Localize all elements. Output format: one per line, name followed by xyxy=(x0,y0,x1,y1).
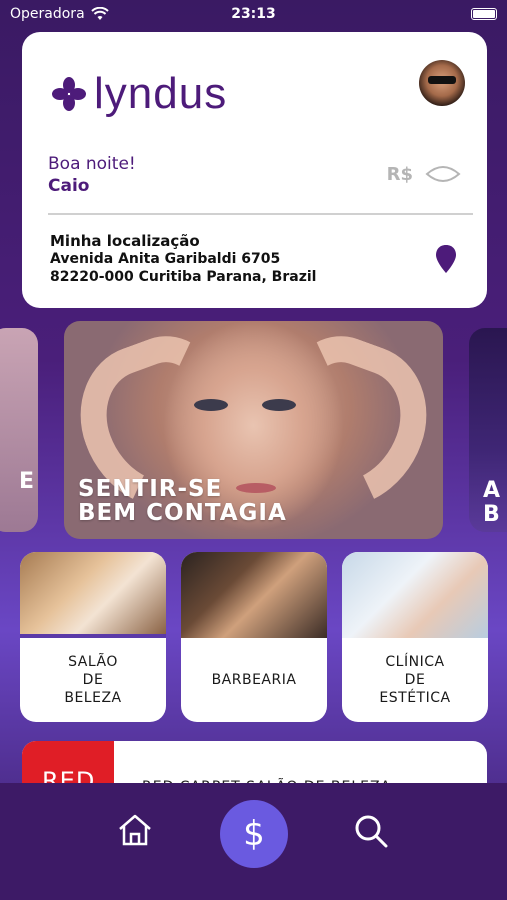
banner-headline-line-1: SENTIR-SE xyxy=(78,476,223,502)
category-salao-de-beleza[interactable]: SALÃO DE BELEZA xyxy=(20,552,166,722)
banner-next-text-1: A xyxy=(483,478,501,503)
category-photo xyxy=(342,552,488,638)
greeting-text: Boa noite! xyxy=(48,154,136,174)
address-line-2: 82220-000 Curitiba Parana, Brazil xyxy=(50,269,317,285)
status-bar: Operadora 23:13 xyxy=(0,0,507,28)
category-photo xyxy=(20,552,166,638)
status-left: Operadora xyxy=(10,6,109,22)
home-icon[interactable] xyxy=(116,811,154,849)
banner-next-text-2: B xyxy=(483,502,500,527)
banner-previous[interactable]: E xyxy=(0,328,38,532)
location-pin-icon[interactable] xyxy=(435,244,457,274)
banner-headline-line-2: BEM CONTAGIA xyxy=(78,500,287,526)
user-name: Caio xyxy=(48,176,90,196)
banner-previous-text: E xyxy=(18,469,34,494)
carrier-label: Operadora xyxy=(10,6,85,22)
wifi-icon xyxy=(90,7,109,20)
banner-main[interactable]: SENTIR-SE BEM CONTAGIA xyxy=(64,321,443,539)
category-barbearia[interactable]: BARBEARIA xyxy=(181,552,327,722)
banner-headline: SENTIR-SE BEM CONTAGIA xyxy=(78,477,287,525)
logo-text: lyndus xyxy=(94,69,228,118)
currency-label: R$ xyxy=(386,164,413,185)
address-line-1: Avenida Anita Garibaldi 6705 xyxy=(50,251,281,267)
banner-next[interactable]: A B xyxy=(469,328,507,532)
category-label: BARBEARIA xyxy=(211,672,297,688)
logo-flower-icon xyxy=(52,77,86,111)
banner-eye-right xyxy=(262,399,296,411)
category-label: SALÃO DE BELEZA xyxy=(64,654,122,706)
search-icon[interactable] xyxy=(353,813,389,849)
location-title: Minha localização xyxy=(50,232,200,250)
user-summary-card: lyndus Boa noite! Caio R$ Minha localiza… xyxy=(22,32,487,308)
brand-logo: lyndus xyxy=(52,72,227,116)
banner-eye-left xyxy=(194,399,228,411)
battery-icon xyxy=(471,8,497,20)
eye-icon[interactable] xyxy=(425,162,461,186)
category-clinica-de-estetica[interactable]: CLÍNICA DE ESTÉTICA xyxy=(342,552,488,722)
category-photo xyxy=(181,552,327,638)
tab-bar: $ xyxy=(0,783,507,900)
wallet-tab-button[interactable]: $ xyxy=(220,800,288,868)
avatar[interactable] xyxy=(419,60,465,106)
category-label: CLÍNICA DE ESTÉTICA xyxy=(379,654,451,706)
divider xyxy=(48,213,473,215)
